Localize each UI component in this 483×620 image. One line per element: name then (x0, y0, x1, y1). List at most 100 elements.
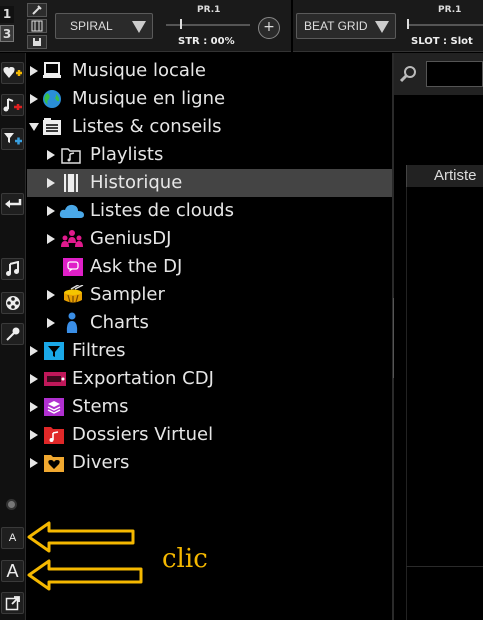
search-icon[interactable] (399, 65, 417, 83)
tree-item-ask-the-dj[interactable]: Ask the DJ (27, 253, 393, 281)
search-bar (394, 53, 483, 95)
karaoke-mode-button[interactable] (1, 323, 24, 345)
chevron-down-icon (132, 21, 146, 33)
deck-1-button[interactable]: 1 (0, 6, 14, 23)
deck-3-button[interactable]: 3 (0, 25, 14, 42)
tree-item-exportation-cdj[interactable]: Exportation CDJ (27, 365, 393, 393)
annotation-arrow-icon (27, 521, 135, 553)
heart-plus-icon (2, 67, 22, 78)
tree-item-musique-en-ligne[interactable]: Musique en ligne (27, 85, 393, 113)
toolbar-divider (291, 0, 293, 52)
sampler-select-value: BEAT GRID (304, 19, 368, 33)
font-larger-button[interactable]: A (1, 560, 24, 582)
drum-icon (61, 285, 85, 305)
cloud-icon (59, 201, 85, 221)
fx-slider[interactable] (166, 24, 250, 26)
tree-item-label: Dossiers Virtuel (72, 424, 214, 445)
expand-arrow-icon[interactable] (47, 206, 55, 216)
add-filter-button[interactable] (1, 128, 24, 150)
microphone-icon (5, 327, 19, 341)
collapse-arrow-icon[interactable] (29, 123, 39, 131)
person-chart-icon (62, 312, 82, 333)
remove-item-button[interactable] (1, 94, 24, 116)
tree-item-charts[interactable]: Charts (27, 309, 393, 337)
heart-folder-icon (43, 453, 65, 473)
history-icon (61, 173, 81, 193)
tree-item-musique-locale[interactable]: Musique locale (27, 57, 393, 85)
stems-icon (43, 397, 65, 417)
filter-plus-icon (3, 133, 22, 145)
tree-item-label: Ask the DJ (90, 256, 183, 277)
expand-window-button[interactable] (1, 592, 24, 614)
expand-arrow-icon[interactable] (30, 346, 38, 356)
tree-item-label: Playlists (90, 144, 164, 165)
expand-icon (5, 596, 20, 611)
sampler-slider-knob[interactable] (407, 19, 409, 29)
search-input[interactable] (426, 61, 483, 87)
tree-item-geniusdj[interactable]: GeniusDJ (27, 225, 393, 253)
tree-item-label: Filtres (72, 340, 126, 361)
font-smaller-button[interactable]: A (1, 527, 24, 549)
add-favorite-button[interactable] (1, 62, 24, 84)
list-folder-icon (42, 117, 62, 137)
expand-arrow-icon[interactable] (47, 150, 55, 160)
tree-item-listes-conseils[interactable]: Listes & conseils (27, 113, 393, 141)
tree-item-historique[interactable]: Historique (27, 169, 393, 197)
fx-select-value: SPIRAL (70, 19, 113, 33)
back-button[interactable] (1, 193, 24, 215)
tree-item-playlists[interactable]: Playlists (27, 141, 393, 169)
arrow-back-icon (4, 199, 21, 208)
expand-arrow-icon[interactable] (30, 402, 38, 412)
tree-item-divers[interactable]: Divers (27, 449, 393, 477)
fx-slider-knob[interactable] (180, 19, 182, 29)
status-dot (6, 499, 17, 510)
sampler-select[interactable]: BEAT GRID (296, 13, 396, 39)
add-fx-button[interactable]: + (258, 17, 280, 39)
tree-item-label: Divers (72, 452, 130, 473)
tree-item-label: Musique locale (72, 60, 206, 81)
sampler-slider-label: PR.1 (438, 5, 462, 15)
expand-arrow-icon[interactable] (47, 318, 55, 328)
filter-icon (43, 341, 65, 361)
expand-arrow-icon[interactable] (30, 374, 38, 384)
column-header-label: Artiste (434, 167, 477, 184)
expand-arrow-icon[interactable] (30, 430, 38, 440)
pipette-icon[interactable] (27, 3, 47, 17)
annotation-text: clic (162, 544, 208, 574)
tree-item-dossiers-virtuel[interactable]: Dossiers Virtuel (27, 421, 393, 449)
fx-select[interactable]: SPIRAL (55, 13, 153, 39)
left-sidebar: A A (0, 53, 26, 620)
expand-arrow-icon[interactable] (30, 94, 38, 104)
grid-icon[interactable] (27, 19, 47, 33)
people-icon (60, 229, 84, 249)
cdj-icon (43, 369, 67, 389)
tree-item-label: GeniusDJ (90, 228, 172, 249)
tree-item-label: Charts (90, 312, 149, 333)
column-divider (406, 165, 407, 620)
film-reel-icon (5, 296, 20, 310)
tree-item-sampler[interactable]: Sampler (27, 281, 393, 309)
expand-arrow-icon[interactable] (30, 66, 38, 76)
sampler-slider-value: SLOT : Slot (411, 36, 473, 47)
expand-arrow-icon[interactable] (47, 290, 55, 300)
tree-item-stems[interactable]: Stems (27, 393, 393, 421)
expand-arrow-icon[interactable] (47, 234, 55, 244)
video-mode-button[interactable] (1, 292, 24, 314)
tree-item-label: Musique en ligne (72, 88, 226, 109)
column-header-artist[interactable]: Artiste (406, 165, 483, 187)
expand-arrow-icon[interactable] (47, 178, 55, 188)
expand-arrow-icon[interactable] (30, 458, 38, 468)
annotation-arrow-icon (27, 559, 143, 591)
fx-slider-value: STR : 00% (178, 36, 235, 47)
chat-icon (62, 257, 84, 277)
disk-icon[interactable] (27, 35, 47, 49)
sampler-slider[interactable] (407, 24, 483, 26)
tree-item-label: Exportation CDJ (72, 368, 214, 389)
tree-item-label: Stems (72, 396, 129, 417)
music-mode-button[interactable] (1, 258, 24, 280)
tree-item-label: Listes de clouds (90, 200, 234, 221)
tree-item-listes-de-clouds[interactable]: Listes de clouds (27, 197, 393, 225)
music-note-icon (5, 261, 19, 276)
tree-item-filtres[interactable]: Filtres (27, 337, 393, 365)
computer-icon (42, 61, 62, 81)
